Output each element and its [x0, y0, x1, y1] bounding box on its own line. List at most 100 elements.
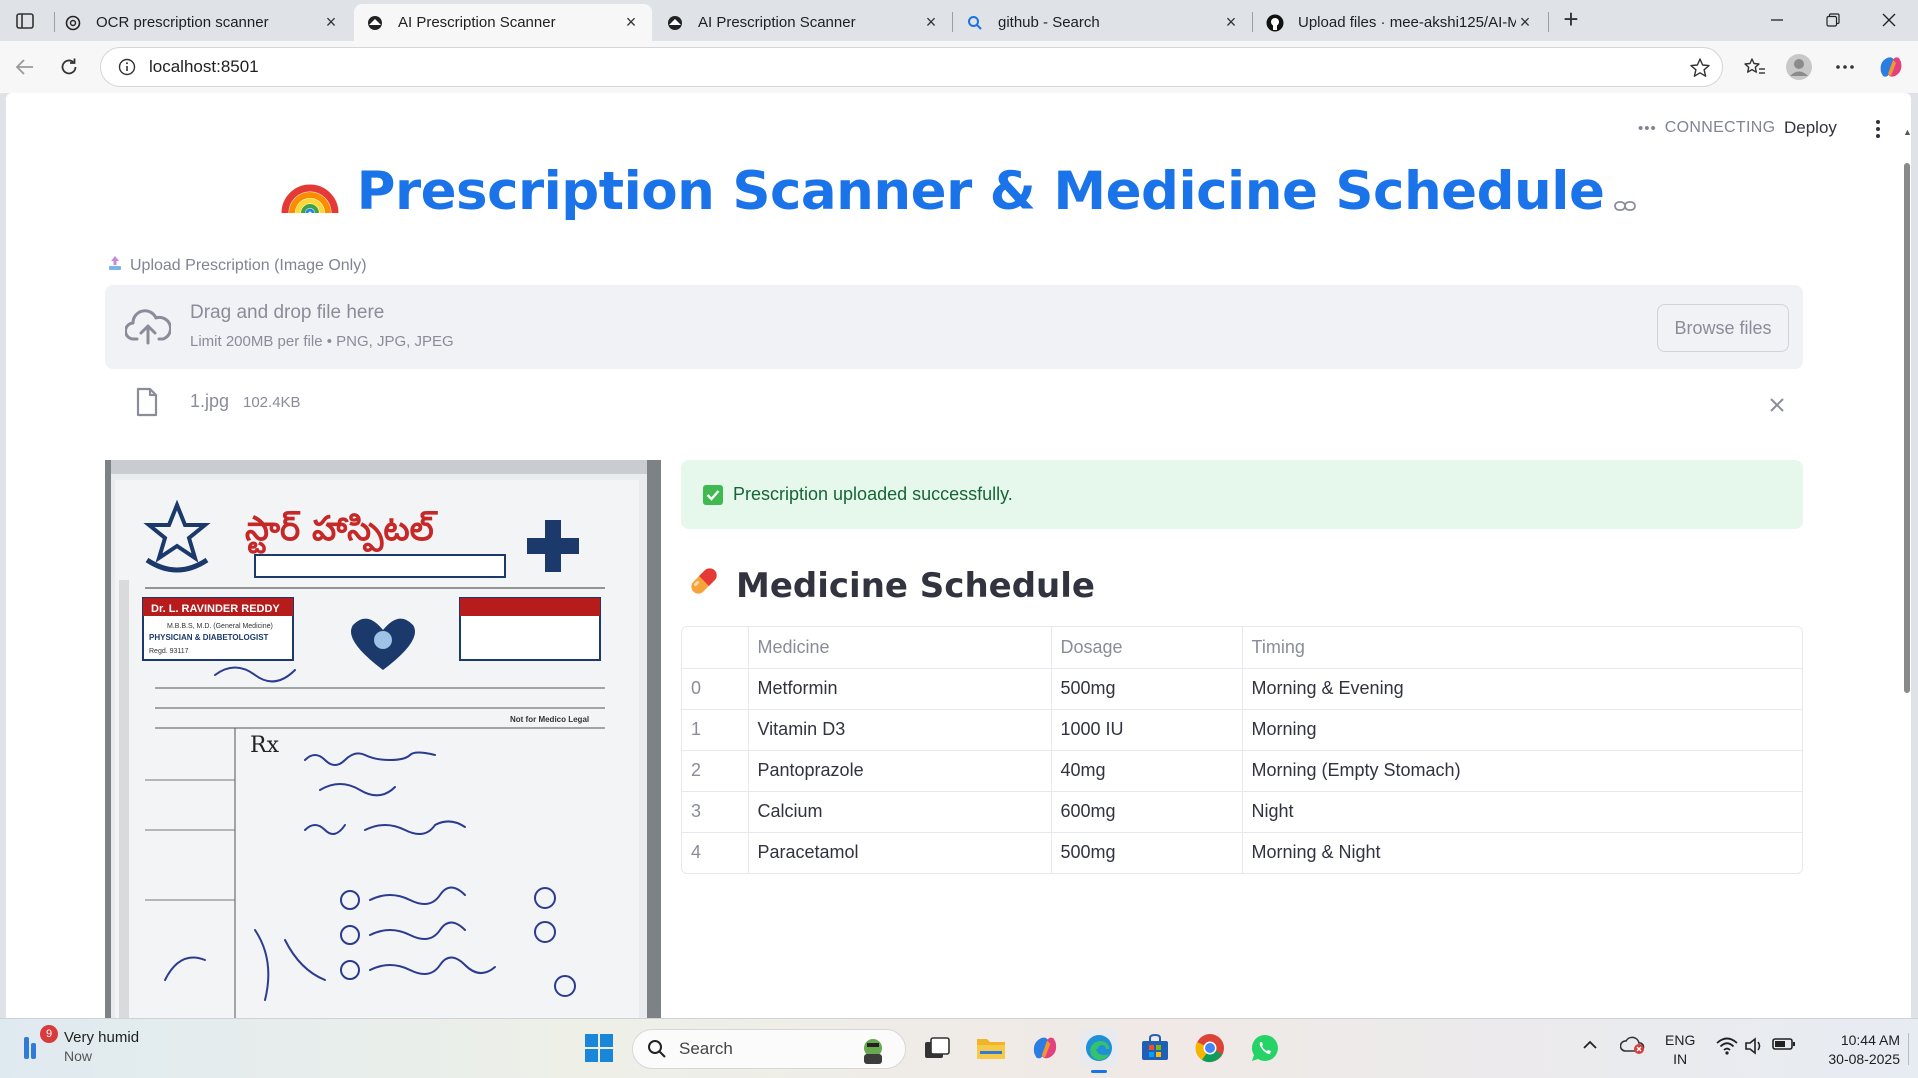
whatsapp-button[interactable]: [1246, 1029, 1284, 1067]
close-window-button[interactable]: [1866, 6, 1912, 34]
weather-title: Very humid: [64, 1029, 140, 1046]
table-row: 2 Pantoprazole 40mg Morning (Empty Stoma…: [682, 750, 1802, 792]
address-bar[interactable]: localhost:8501: [100, 47, 1723, 87]
input-language-indicator[interactable]: ENG IN: [1665, 1031, 1695, 1069]
show-hidden-icons-button[interactable]: [1582, 1037, 1598, 1053]
success-alert: Prescription uploaded successfully.: [681, 460, 1803, 529]
reload-button[interactable]: [52, 50, 86, 84]
search-placeholder: Search: [679, 1039, 733, 1058]
hospital-name-text: స్టార్ హాస్పిటల్: [245, 509, 439, 554]
main-menu-button[interactable]: [1868, 116, 1888, 142]
tab-actions-button[interactable]: [8, 7, 42, 35]
dosage-cell[interactable]: 500mg: [1051, 832, 1243, 873]
minimize-button[interactable]: [1754, 6, 1800, 34]
row-index[interactable]: 1: [682, 709, 749, 751]
start-button[interactable]: [580, 1029, 618, 1067]
column-header-timing[interactable]: Timing: [1242, 627, 1802, 669]
copilot-taskbar-button[interactable]: [1026, 1029, 1064, 1067]
close-tab-icon[interactable]: ×: [1516, 12, 1534, 32]
dosage-cell[interactable]: 1000 IU: [1051, 709, 1243, 751]
settings-more-button[interactable]: [1828, 50, 1862, 84]
back-button[interactable]: [8, 50, 42, 84]
medicine-cell[interactable]: Vitamin D3: [748, 709, 1052, 751]
timing-cell[interactable]: Morning & Night: [1242, 832, 1802, 873]
tab-title: github - Search: [998, 14, 1100, 31]
tab-ai-prescription-scanner[interactable]: AI Prescription Scanner ×: [654, 4, 952, 41]
copilot-icon: [1033, 1037, 1057, 1059]
timing-cell[interactable]: Night: [1242, 791, 1802, 833]
url-text: localhost:8501: [149, 57, 259, 76]
tab-title: AI Prescription Scanner: [698, 14, 856, 31]
speaker-icon: [1745, 1037, 1761, 1055]
task-view-button[interactable]: [918, 1029, 956, 1067]
favorite-star-icon[interactable]: [1688, 56, 1712, 80]
tab-github-search[interactable]: github - Search ×: [954, 4, 1252, 41]
anchor-link-icon[interactable]: [1614, 164, 1637, 225]
onedrive-tray-button[interactable]: [1619, 1035, 1646, 1058]
network-status-button[interactable]: [1716, 1037, 1738, 1058]
minimize-icon: [1771, 19, 1783, 21]
timing-cell[interactable]: Morning (Empty Stomach): [1242, 750, 1802, 792]
uploader-label: Upload Prescription (Image Only): [108, 255, 367, 276]
restore-button[interactable]: [1810, 6, 1856, 34]
chrome-button[interactable]: [1191, 1029, 1229, 1067]
clock-date: 30-08-2025: [1828, 1051, 1900, 1067]
close-tab-icon[interactable]: ×: [922, 12, 940, 32]
file-explorer-button[interactable]: [972, 1029, 1010, 1067]
column-header-index[interactable]: [682, 627, 749, 669]
back-arrow-icon: [15, 59, 33, 75]
row-index[interactable]: 0: [682, 668, 749, 710]
browse-files-button[interactable]: Browse files: [1657, 304, 1789, 352]
row-index[interactable]: 2: [682, 750, 749, 792]
scroll-up-icon[interactable]: ▲: [1903, 127, 1911, 137]
close-tab-icon[interactable]: ×: [622, 12, 640, 32]
tab-actions-icon: [16, 13, 34, 29]
system-clock[interactable]: 10:44 AM 30-08-2025: [1818, 1031, 1900, 1069]
medicine-cell[interactable]: Calcium: [748, 791, 1052, 833]
site-info-icon[interactable]: [107, 47, 147, 87]
new-tab-button[interactable]: +: [1555, 6, 1587, 34]
copilot-button[interactable]: [1874, 50, 1908, 84]
medicine-cell[interactable]: Metformin: [748, 668, 1052, 710]
close-tab-icon[interactable]: ×: [1222, 12, 1240, 32]
medicine-cell[interactable]: Pantoprazole: [748, 750, 1052, 792]
battery-button[interactable]: [1772, 1037, 1796, 1054]
favorites-button[interactable]: [1738, 50, 1772, 84]
scrollbar-thumb[interactable]: [1904, 163, 1910, 693]
tab-ai-prescription-scanner-active[interactable]: AI Prescription Scanner ×: [354, 4, 652, 41]
doctor-title-text: PHYSICIAN & DIABETOLOGIST: [149, 633, 269, 642]
timing-cell[interactable]: Morning & Evening: [1242, 668, 1802, 710]
store-button[interactable]: [1136, 1029, 1174, 1067]
close-tab-icon[interactable]: ×: [322, 12, 340, 32]
reload-icon: [61, 58, 77, 75]
streamlit-icon: [366, 14, 384, 32]
rx-symbol-text: Rx: [250, 733, 280, 758]
page-title-text: Prescription Scanner & Medicine Schedule: [356, 161, 1605, 223]
medicine-cell[interactable]: Paracetamol: [748, 832, 1052, 873]
row-index[interactable]: 4: [682, 832, 749, 873]
microsoft-store-icon: [1142, 1034, 1168, 1060]
status-dots-icon: •••: [1638, 119, 1657, 137]
profile-button[interactable]: [1782, 50, 1816, 84]
row-index[interactable]: 3: [682, 791, 749, 833]
taskbar-search-box[interactable]: Search: [632, 1029, 906, 1069]
dosage-cell[interactable]: 500mg: [1051, 668, 1243, 710]
column-header-medicine[interactable]: Medicine: [748, 627, 1052, 669]
dosage-cell[interactable]: 600mg: [1051, 791, 1243, 833]
volume-button[interactable]: [1744, 1037, 1764, 1058]
edge-taskbar-button[interactable]: [1080, 1029, 1118, 1073]
file-dropzone[interactable]: Drag and drop file here Limit 200MB per …: [105, 285, 1803, 369]
timing-cell[interactable]: Morning: [1242, 709, 1802, 751]
show-desktop-button[interactable]: [1908, 1033, 1914, 1065]
dosage-cell[interactable]: 40mg: [1051, 750, 1243, 792]
weather-widget[interactable]: 9 Very humid Now: [18, 1025, 140, 1064]
tab-ocr-prescription-scanner[interactable]: OCR prescription scanner ×: [52, 4, 352, 41]
deploy-button[interactable]: Deploy: [1784, 118, 1837, 138]
page-scrollbar[interactable]: ▲ ▼: [1903, 123, 1911, 1018]
search-icon: [966, 14, 984, 32]
medicine-schedule-table[interactable]: Medicine Dosage Timing 0 Metformin 500mg…: [681, 626, 1803, 874]
more-vertical-icon: [1876, 120, 1880, 138]
tab-upload-files-github[interactable]: Upload files · mee-akshi125/AI-M ×: [1254, 4, 1546, 41]
remove-file-button[interactable]: [1763, 391, 1791, 419]
column-header-dosage[interactable]: Dosage: [1051, 627, 1243, 669]
